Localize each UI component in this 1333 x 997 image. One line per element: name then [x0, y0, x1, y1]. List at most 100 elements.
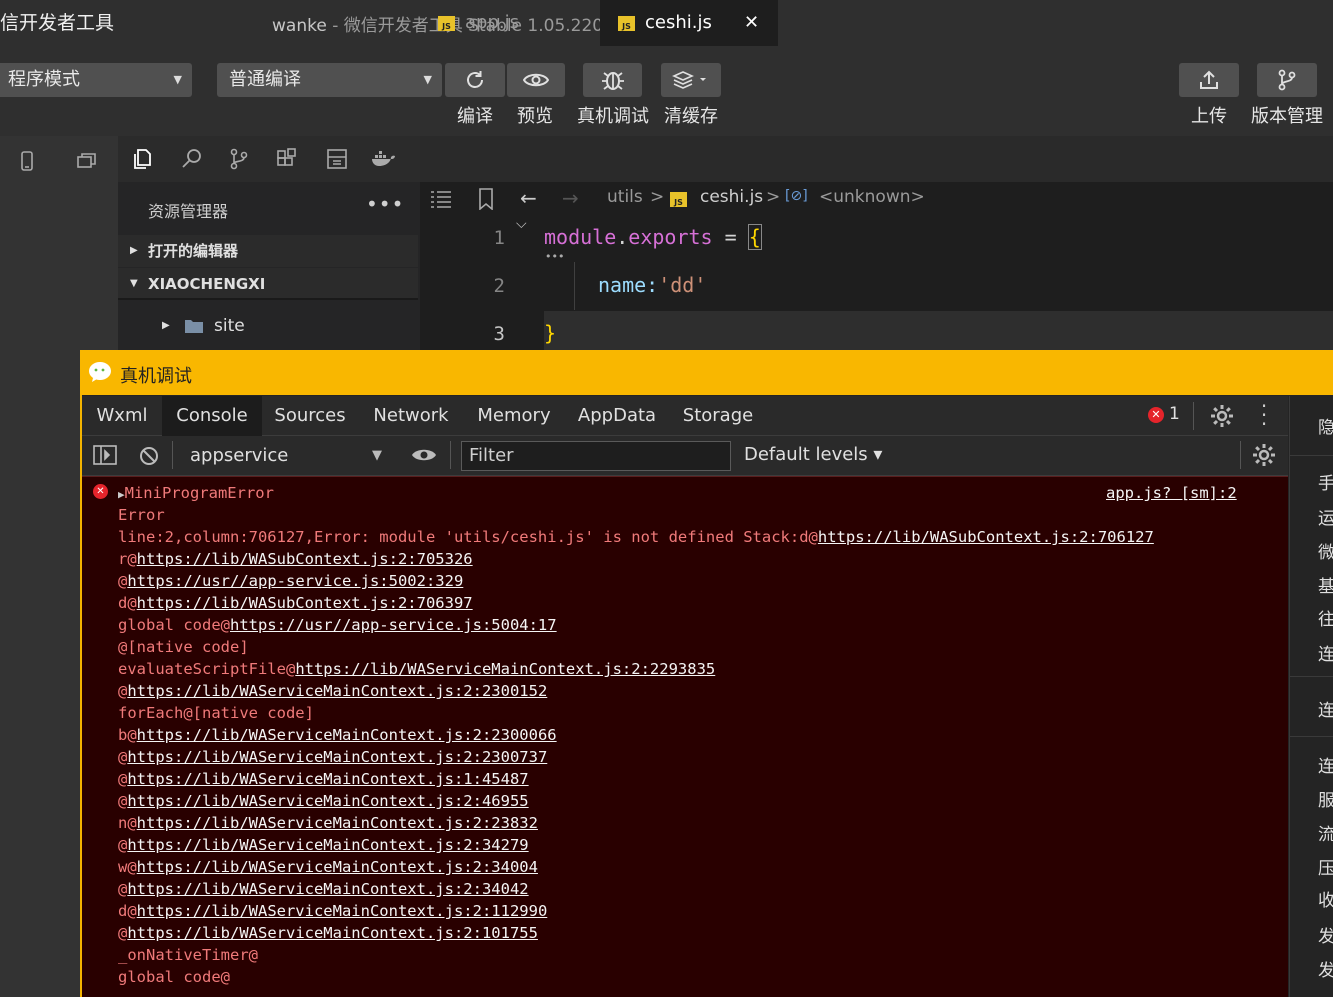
stack-line: Error — [118, 506, 165, 524]
stack-line[interactable]: line:2,column:706127,Error: module 'util… — [118, 526, 1154, 548]
stack-line[interactable]: @https://lib/WAServiceMainContext.js:2:1… — [118, 922, 538, 944]
stack-link[interactable]: https://lib/WAServiceMainContext.js:2:23… — [127, 682, 547, 700]
line-number: 2 — [493, 275, 505, 297]
stack-link[interactable]: https://lib/WASubContext.js:2:706127 — [818, 528, 1154, 546]
stack-link[interactable]: https://lib/WAServiceMainContext.js:2:10… — [127, 924, 538, 942]
divider — [1290, 455, 1333, 456]
stack-line[interactable]: @https://lib/WAServiceMainContext.js:1:4… — [118, 768, 529, 790]
preview-button[interactable] — [507, 63, 565, 97]
js-file-icon: JS — [438, 15, 455, 31]
breadcrumb-folder[interactable]: utils — [607, 187, 643, 207]
tab-memory[interactable]: Memory — [468, 396, 560, 436]
tab-storage[interactable]: Storage — [674, 396, 762, 436]
stack-line[interactable]: @https://usr//app-service.js:5002:329 — [118, 570, 463, 592]
stack-link[interactable]: https://usr//app-service.js:5002:329 — [127, 572, 463, 590]
stack-link[interactable]: https://lib/WAServiceMainContext.js:2:34… — [127, 880, 528, 898]
tab-sources[interactable]: Sources — [266, 396, 354, 436]
stack-line[interactable]: @https://lib/WAServiceMainContext.js:2:3… — [118, 878, 529, 900]
chevron-right-icon: ▶ — [162, 320, 170, 331]
kebab-menu-icon[interactable]: · · · — [1256, 396, 1272, 434]
stack-link[interactable]: https://lib/WAServiceMainContext.js:2:34… — [127, 836, 528, 854]
remote-debug-button[interactable] — [583, 63, 642, 97]
files-icon[interactable] — [127, 144, 157, 174]
stack-line[interactable]: global code@https://usr//app-service.js:… — [118, 614, 557, 636]
stack-link[interactable]: https://lib/WAServiceMainContext.js:2:22… — [295, 660, 715, 678]
fold-chevron-icon[interactable]: ⌵ — [516, 216, 527, 232]
project-root-section[interactable]: ▼ XIAOCHENGXI — [118, 268, 418, 300]
settings-gear-icon[interactable] — [1210, 404, 1234, 428]
stack-link[interactable]: https://lib/WAServiceMainContext.js:2:23… — [127, 748, 547, 766]
tab-wxml[interactable]: Wxml — [82, 396, 162, 436]
back-arrow-icon[interactable]: ← — [520, 186, 537, 210]
compile-button[interactable] — [445, 63, 505, 97]
docker-icon[interactable] — [367, 144, 397, 174]
eye-icon[interactable] — [411, 446, 437, 464]
phone-icon[interactable] — [12, 146, 42, 176]
stack-line[interactable]: d@https://lib/WAServiceMainContext.js:2:… — [118, 900, 547, 922]
list-icon[interactable] — [430, 190, 452, 208]
upload-button[interactable] — [1179, 63, 1239, 97]
stack-link[interactable]: https://lib/WAServiceMainContext.js:2:11… — [137, 902, 548, 920]
stack-line[interactable]: @https://lib/WAServiceMainContext.js:2:4… — [118, 790, 529, 812]
tab-app-js[interactable]: JS app.js — [438, 0, 519, 46]
stack-link[interactable]: https://lib/WASubContext.js:2:706397 — [137, 594, 473, 612]
more-actions-button[interactable]: ••• — [366, 192, 404, 216]
search-icon[interactable] — [177, 144, 207, 174]
source-control-icon[interactable] — [224, 144, 254, 174]
stack-line[interactable]: w@https://lib/WAServiceMainContext.js:2:… — [118, 856, 538, 878]
open-editors-section[interactable]: ▶ 打开的编辑器 — [118, 235, 418, 267]
stack-line[interactable]: @https://lib/WAServiceMainContext.js:2:2… — [118, 680, 547, 702]
clear-cache-button[interactable] — [661, 63, 721, 97]
extensions-icon[interactable] — [272, 144, 302, 174]
tab-console[interactable]: Console — [162, 396, 262, 436]
breadcrumb-symbol[interactable]: <unknown> — [819, 187, 925, 207]
side-panel-label: 收 — [1318, 891, 1333, 911]
side-panel-label: 往 — [1318, 610, 1333, 630]
stack-line[interactable]: n@https://lib/WAServiceMainContext.js:2:… — [118, 812, 538, 834]
source-location-link[interactable]: app.js? [sm]:2 — [1106, 482, 1237, 504]
stack-link[interactable]: https://lib/WAServiceMainContext.js:2:23… — [137, 726, 557, 744]
tab-network[interactable]: Network — [364, 396, 458, 436]
sidebar-toggle-icon[interactable] — [93, 444, 119, 466]
stack-line: @[native code] — [118, 638, 249, 656]
error-count[interactable]: 1 — [1169, 404, 1180, 424]
compile-mode-select[interactable]: 普通编译 ▼ — [217, 63, 442, 97]
layers-icon — [672, 71, 706, 89]
chevron-right-icon: ▶ — [130, 245, 138, 256]
console-error-header[interactable]: ▶MiniProgramError — [118, 482, 274, 504]
stack-link[interactable]: https://lib/WAServiceMainContext.js:2:34… — [137, 858, 538, 876]
fold-ellipsis-icon: ••• — [545, 250, 565, 263]
forward-arrow-icon[interactable]: → — [562, 186, 579, 210]
breadcrumb-file[interactable]: ceshi.js — [700, 187, 763, 207]
console-settings-icon[interactable] — [1252, 443, 1276, 467]
close-tab-button[interactable]: ✕ — [744, 0, 759, 46]
filter-input[interactable]: Filter — [461, 441, 731, 471]
stack-link[interactable]: https://lib/WASubContext.js:2:705326 — [137, 550, 473, 568]
tab-appdata[interactable]: AppData — [570, 396, 664, 436]
side-panel-label: 连 — [1318, 645, 1333, 665]
stack-line[interactable]: b@https://lib/WAServiceMainContext.js:2:… — [118, 724, 557, 746]
stack-link[interactable]: https://usr//app-service.js:5004:17 — [230, 616, 557, 634]
stack-line[interactable]: d@https://lib/WASubContext.js:2:706397 — [118, 592, 473, 614]
stack-line[interactable]: evaluateScriptFile@https://lib/WAService… — [118, 658, 715, 680]
clear-console-icon[interactable] — [138, 445, 160, 467]
windows-icon[interactable] — [72, 146, 102, 176]
side-panel-label: 服 — [1318, 791, 1333, 811]
divider — [1290, 736, 1333, 737]
divider — [1290, 676, 1333, 677]
stack-link[interactable]: https://lib/WAServiceMainContext.js:1:45… — [127, 770, 528, 788]
stack-line[interactable]: @https://lib/WAServiceMainContext.js:2:3… — [118, 834, 529, 856]
stack-link[interactable]: https://lib/WAServiceMainContext.js:2:23… — [137, 814, 538, 832]
wechat-icon — [89, 362, 111, 382]
log-levels-select[interactable]: Default levels ▾ — [744, 444, 882, 465]
folder-site[interactable]: ▶ site — [118, 310, 418, 342]
tab-ceshi-js[interactable]: JS ceshi.js ✕ — [600, 0, 778, 46]
stack-line[interactable]: r@https://lib/WASubContext.js:2:705326 — [118, 548, 473, 570]
context-select[interactable]: appservice ▼ — [182, 441, 392, 471]
version-button[interactable] — [1257, 63, 1317, 97]
stack-line[interactable]: @https://lib/WAServiceMainContext.js:2:2… — [118, 746, 547, 768]
layout-icon[interactable] — [322, 144, 352, 174]
bookmark-icon[interactable] — [478, 188, 494, 210]
mode-select[interactable]: 程序模式 ▼ — [0, 63, 192, 97]
stack-link[interactable]: https://lib/WAServiceMainContext.js:2:46… — [127, 792, 528, 810]
